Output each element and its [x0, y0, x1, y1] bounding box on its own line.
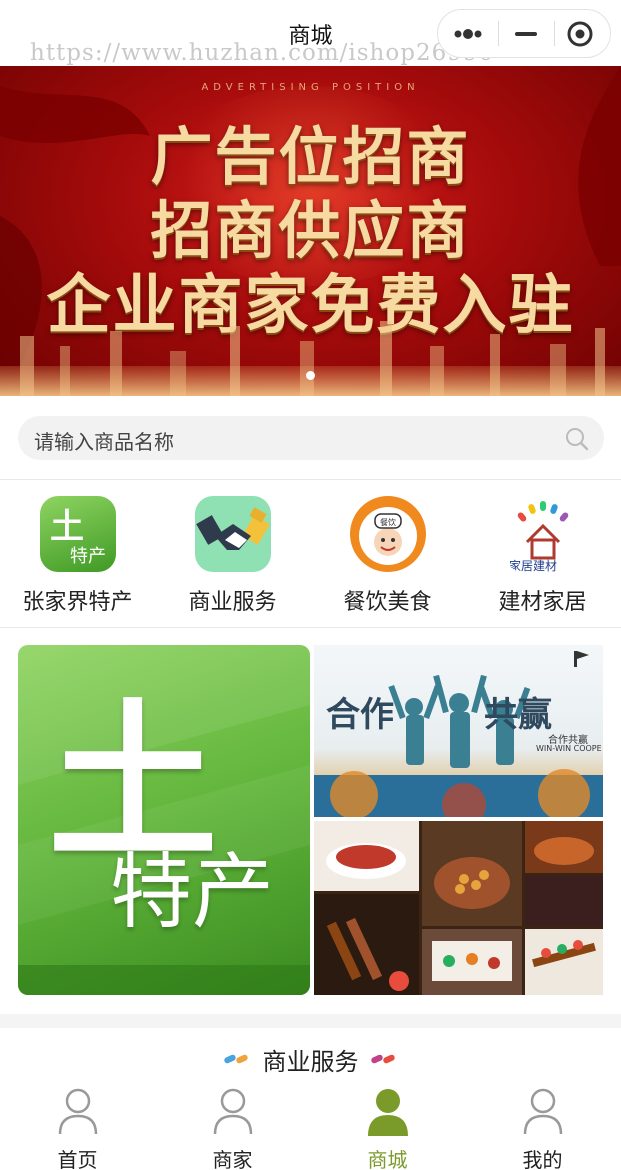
user-outline-icon: [58, 1088, 98, 1135]
svg-text:土: 土: [50, 507, 84, 547]
heading-decor-right: [371, 1054, 395, 1064]
category-label: 商业服务: [188, 590, 277, 615]
promo-grid: 土 特产 合作 共赢 合作共赢 WIN-WIN COOPE: [0, 628, 621, 1014]
coop-left-text: 合作: [326, 695, 394, 735]
category-label: 建材家居: [498, 590, 587, 615]
bottom-tab-bar: 首页 商家 商城 我的: [0, 1080, 621, 1170]
tab-merchants[interactable]: 商家: [155, 1080, 310, 1170]
user-outline-icon: [523, 1088, 563, 1135]
chef-icon: 餐饮: [350, 496, 426, 572]
category-label: 餐饮美食: [343, 590, 432, 615]
close-button[interactable]: [554, 10, 612, 57]
food-collage-artwork: [314, 821, 603, 995]
tab-label: 商家: [212, 1148, 253, 1170]
banner-subtitle: ADVERTISING POSITION: [201, 82, 420, 93]
specialty-sub-text: 特产: [110, 845, 275, 940]
more-icon: [454, 29, 482, 39]
minimize-icon: [515, 32, 537, 36]
home-building-icon: 家居建材: [505, 496, 581, 572]
ad-banner[interactable]: ADVERTISING POSITION 广告位招商 招商供应商 企业商家免费入…: [0, 66, 621, 396]
category-item-home[interactable]: 家居建材 建材家居: [465, 480, 620, 628]
city-skyline-decor: [0, 321, 621, 396]
more-button[interactable]: [438, 10, 496, 57]
tab-profile[interactable]: 我的: [465, 1080, 620, 1170]
svg-text:餐饮: 餐饮: [380, 517, 396, 527]
section-divider: [0, 1014, 621, 1028]
search-placeholder: 请输入商品名称: [34, 430, 174, 454]
minimize-button[interactable]: [498, 10, 556, 57]
search-input[interactable]: 请输入商品名称: [18, 416, 604, 460]
user-filled-icon: [368, 1089, 408, 1136]
category-item-specialty[interactable]: 土 特产 张家界特产: [0, 480, 155, 628]
category-grid: 土 特产 张家界特产 商业服务 餐饮 餐饮美食 家居建材 建材家居: [0, 480, 621, 628]
promo-tile-specialty[interactable]: 土 特产: [18, 645, 310, 995]
tab-label: 首页: [57, 1148, 98, 1170]
tab-label: 我的: [522, 1148, 563, 1170]
category-label: 张家界特产: [22, 590, 133, 615]
coop-small-en: WIN-WIN COOPE: [536, 744, 602, 753]
tab-home[interactable]: 首页: [0, 1080, 155, 1170]
handshake-icon: [195, 496, 271, 572]
category-item-business[interactable]: 商业服务: [155, 480, 310, 628]
category-item-food[interactable]: 餐饮 餐饮美食: [310, 480, 465, 628]
mini-program-capsule: [437, 9, 611, 58]
promo-tile-cooperation[interactable]: 合作 共赢 合作共赢 WIN-WIN COOPE: [314, 645, 603, 817]
carousel-indicator[interactable]: [306, 371, 315, 380]
tab-label: 商城: [367, 1148, 408, 1170]
close-target-icon: [567, 21, 593, 47]
user-outline-icon: [213, 1088, 253, 1135]
search-section: 请输入商品名称: [0, 396, 621, 480]
search-icon[interactable]: [564, 426, 590, 452]
promo-tile-food[interactable]: [314, 821, 603, 995]
section-title: 商业服务: [262, 1048, 359, 1076]
svg-text:特产: 特产: [70, 546, 106, 567]
watermark-text: https://www.huzhan.com/ishop26990: [30, 40, 495, 66]
navigation-bar: 商城 https://www.huzhan.com/ishop26990: [0, 0, 621, 66]
coop-right-text: 共赢: [484, 695, 552, 735]
svg-text:家居建材: 家居建材: [509, 558, 557, 572]
tab-mall[interactable]: 商城: [310, 1080, 465, 1170]
local-specialty-icon: 土 特产: [40, 496, 116, 572]
